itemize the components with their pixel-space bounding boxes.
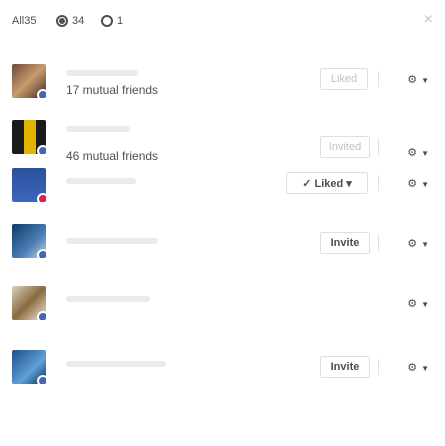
divider [378,175,379,191]
filter-bar: All 35 34 1 × [0,0,445,46]
settings-menu[interactable]: ⚙ ▼ [407,74,429,87]
settings-menu[interactable]: ⚙ ▼ [407,362,429,375]
name-placeholder[interactable] [66,126,130,132]
list-item: Invite ⚙ ▼ [0,338,445,394]
liked-icon [56,15,68,27]
settings-menu[interactable]: ⚙ ▼ [407,298,429,311]
settings-menu[interactable]: ⚙ ▼ [407,147,429,160]
invited-icon [101,15,113,27]
list-item: ✓ Liked ▾ ⚙ ▼ [0,168,445,226]
caret-down-icon: ▼ [421,76,429,85]
caret-down-icon: ▼ [421,180,429,189]
divider [378,71,379,87]
name-placeholder[interactable] [66,361,166,367]
divider [378,359,379,375]
gear-icon: ⚙ [407,178,418,190]
divider [378,139,379,155]
friend-badge-icon [37,89,46,98]
list-item: 46 mutual friends Invited ⚙ ▼ [0,114,445,170]
gear-icon: ⚙ [407,147,418,159]
caret-down-icon: ▼ [421,240,429,249]
list-item: ⚙ ▼ [0,282,445,338]
gear-icon: ⚙ [407,362,418,374]
gear-icon: ⚙ [407,238,418,250]
liked-button[interactable]: Liked [320,68,368,90]
list-item: 17 mutual friends Liked ⚙ ▼ [0,58,445,114]
invite-button[interactable]: Invite [320,232,370,254]
friend-badge-icon [37,375,46,384]
filter-liked-count: 34 [72,15,85,27]
divider [378,235,379,251]
caret-down-icon: ▼ [421,300,429,309]
filter-all[interactable]: All 35 [12,12,36,30]
avatar[interactable] [12,350,46,384]
filter-invited-count: 1 [117,15,124,27]
filter-all-count: 35 [24,15,37,27]
name-placeholder[interactable] [66,70,138,76]
mutual-friends[interactable]: 17 mutual friends [66,83,158,97]
gear-icon: ⚙ [407,298,418,310]
invited-button[interactable]: Invited [320,136,370,158]
filter-liked[interactable]: 34 [56,12,84,30]
filter-all-label: All [12,15,25,27]
avatar[interactable] [12,168,46,202]
avatar[interactable] [12,120,46,154]
avatar[interactable] [12,286,46,320]
settings-menu[interactable]: ⚙ ▼ [407,178,429,191]
settings-menu[interactable]: ⚙ ▼ [407,238,429,251]
gear-icon: ⚙ [407,74,418,86]
friend-badge-icon [37,249,46,258]
filter-invited[interactable]: 1 [101,12,123,30]
avatar[interactable] [12,64,46,98]
name-placeholder[interactable] [66,178,136,184]
invite-button[interactable]: Invite [320,356,370,378]
name-placeholder[interactable] [66,238,158,244]
caret-down-icon: ▼ [421,364,429,373]
friend-badge-icon [37,193,46,202]
liked-dropdown-button[interactable]: ✓ Liked ▾ [286,172,368,194]
avatar[interactable] [12,224,46,258]
name-placeholder[interactable] [66,296,150,302]
list-item: Invite ⚙ ▼ [0,224,445,282]
caret-down-icon: ▼ [421,149,429,158]
close-icon[interactable]: × [424,12,433,28]
mutual-friends[interactable]: 46 mutual friends [66,149,158,163]
friend-badge-icon [37,145,46,154]
friend-badge-icon [37,311,46,320]
